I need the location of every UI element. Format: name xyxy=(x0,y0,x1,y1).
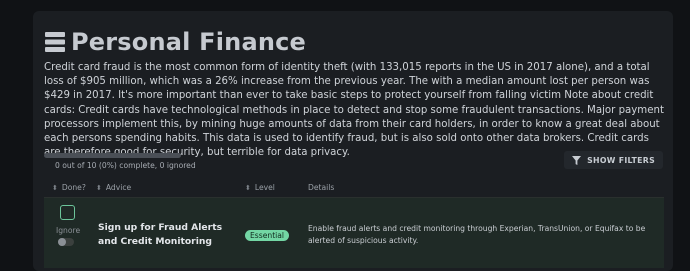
checklist-card: Personal Finance Credit card fraud is th… xyxy=(33,11,673,271)
toggle-knob xyxy=(58,238,66,246)
filter-icon xyxy=(572,155,582,165)
advice-text: Sign up for Fraud Alerts and Credit Moni… xyxy=(98,222,223,247)
show-filters-button[interactable]: SHOW FILTERS xyxy=(564,151,663,169)
show-filters-label: SHOW FILTERS xyxy=(587,155,655,165)
sort-icon: ⬍ xyxy=(52,183,58,192)
column-header-level[interactable]: ⬍ Level xyxy=(245,183,275,192)
sort-icon: ⬍ xyxy=(245,183,251,192)
table-row: Ignore Sign up for Fraud Alerts and Cred… xyxy=(44,197,664,268)
details-text: Enable fraud alerts and credit monitorin… xyxy=(308,224,646,245)
column-header-details: Details xyxy=(308,183,335,192)
progress-bar xyxy=(44,153,181,158)
list-icon xyxy=(45,32,65,52)
sort-icon: ⬍ xyxy=(96,183,102,192)
ignore-toggle[interactable] xyxy=(58,238,74,246)
column-header-advice[interactable]: ⬍ Advice xyxy=(96,183,131,192)
ignore-label: Ignore xyxy=(56,226,81,235)
page-title: Personal Finance xyxy=(71,28,307,56)
done-checkbox[interactable] xyxy=(60,205,75,220)
page-header: Personal Finance xyxy=(45,27,306,57)
level-badge: Essential xyxy=(245,230,290,241)
table-header: ⬍ Done? ⬍ Advice ⬍ Level Details xyxy=(44,180,664,198)
page-description: Credit card fraud is the most common for… xyxy=(44,62,664,159)
progress-text: 0 out of 10 (0%) complete, 0 ignored xyxy=(55,161,196,170)
column-header-done[interactable]: ⬍ Done? xyxy=(52,183,86,192)
